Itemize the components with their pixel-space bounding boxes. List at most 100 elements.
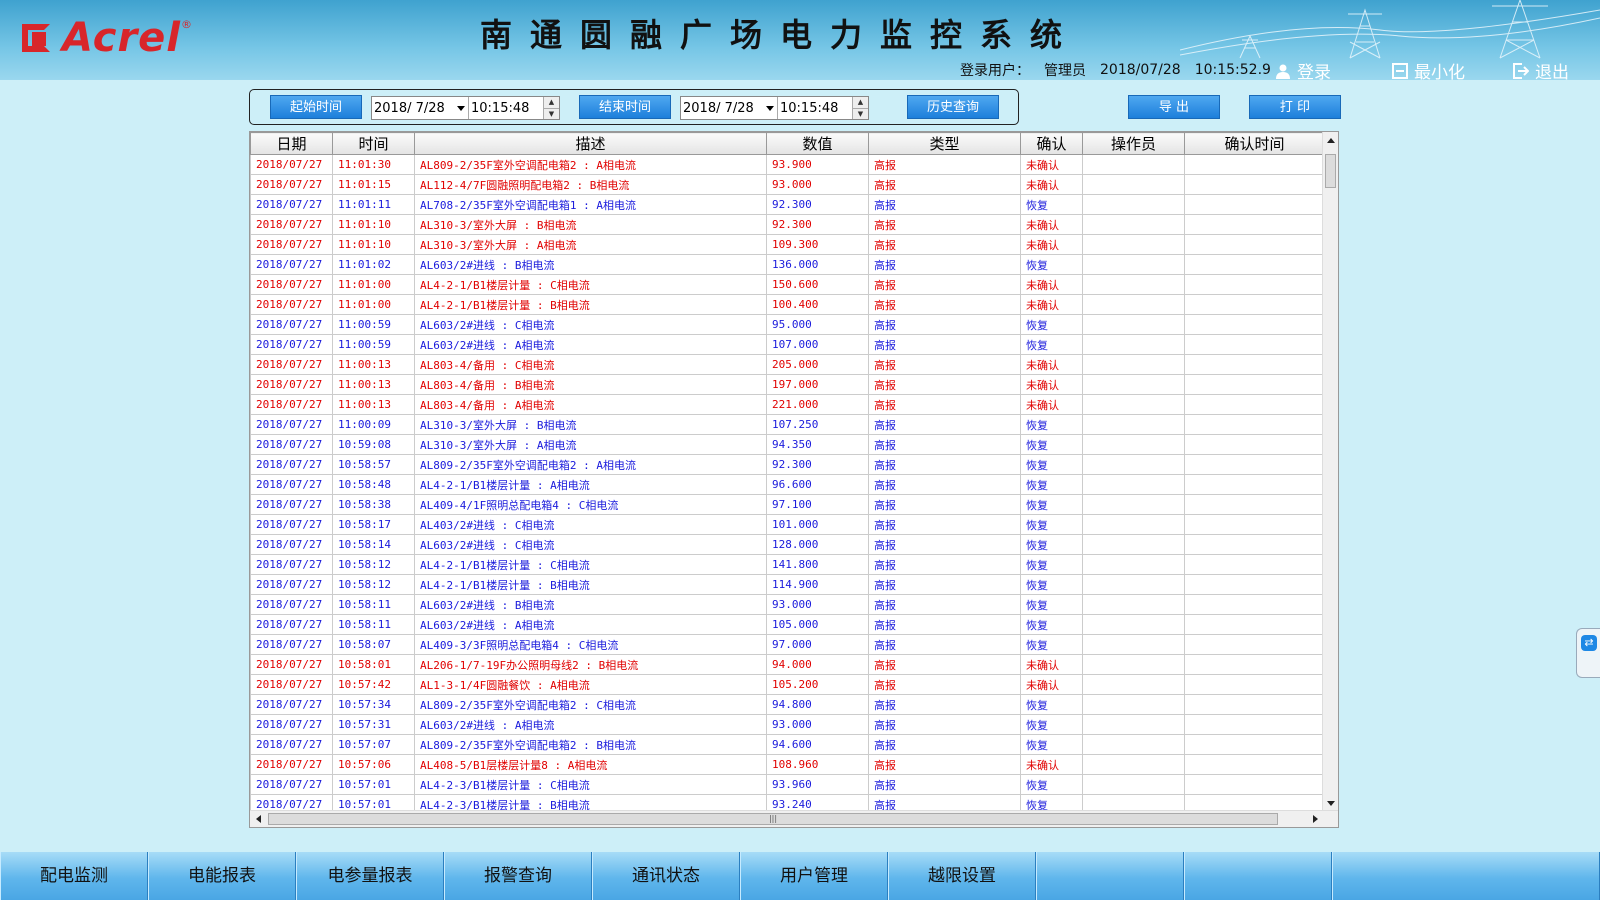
vertical-scrollbar[interactable] [1322, 132, 1338, 812]
column-header-type[interactable]: 类型 [868, 132, 1021, 155]
cell-type: 高报 [868, 394, 1021, 415]
exit-label: 退出 [1535, 63, 1569, 80]
nav-power-monitoring[interactable]: 配电监测 [0, 852, 148, 900]
nav-user-management[interactable]: 用户管理 [740, 852, 888, 900]
nav-alarm-query[interactable]: 报警查询 [444, 852, 592, 900]
table-row[interactable]: 2018/07/27 11:00:09 AL310-3/室外大屏 : B相电流 107… [250, 414, 1325, 435]
cell-description: AL603/2#进线 : C相电流 [414, 314, 767, 335]
column-header-confirm-time[interactable]: 确认时间 [1184, 132, 1325, 155]
table-row[interactable]: 2018/07/27 11:00:13 AL803-4/备用 : A相电流 221.0… [250, 394, 1325, 415]
table-row[interactable]: 2018/07/27 11:01:00 AL4-2-1/B1楼层计量 : C相电流 1… [250, 274, 1325, 295]
nav-empty-slot [1184, 852, 1332, 900]
cell-operator [1082, 394, 1185, 415]
chevron-down-icon[interactable] [457, 106, 465, 111]
start-time-spinner[interactable]: ▲ ▼ [543, 97, 559, 119]
cell-value: 109.300 [766, 234, 869, 255]
column-header-time[interactable]: 时间 [332, 132, 415, 155]
table-row[interactable]: 2018/07/27 10:57:06 AL408-5/B1层楼层计量8 : A相电… [250, 754, 1325, 775]
horizontal-scrollbar[interactable]: ||| [250, 810, 1338, 827]
minimize-icon [1392, 62, 1408, 79]
start-time-field[interactable]: 10:15:48 [468, 97, 543, 119]
table-row[interactable]: 2018/07/27 10:58:01 AL206-1/7-19F办公照明母线2 :… [250, 654, 1325, 675]
scroll-up-icon[interactable] [1327, 138, 1335, 143]
table-row[interactable]: 2018/07/27 10:58:11 AL603/2#进线 : B相电流 93.00… [250, 594, 1325, 615]
table-row[interactable]: 2018/07/27 11:01:30 AL809-2/35F室外空调配电箱2 : … [250, 154, 1325, 175]
table-row[interactable]: 2018/07/27 11:01:02 AL603/2#进线 : B相电流 136.0… [250, 254, 1325, 275]
table-row[interactable]: 2018/07/27 11:01:00 AL4-2-1/B1楼层计量 : B相电流 1… [250, 294, 1325, 315]
table-row[interactable]: 2018/07/27 10:58:12 AL4-2-1/B1楼层计量 : C相电流 1… [250, 554, 1325, 575]
cell-operator [1082, 514, 1185, 535]
cell-confirm-time [1184, 554, 1325, 575]
cell-description: AL112-4/7F圆融照明配电箱2 : B相电流 [414, 174, 767, 195]
cell-confirm: 恢复 [1020, 254, 1083, 275]
horizontal-scroll-thumb[interactable]: ||| [268, 813, 1278, 825]
vertical-scroll-thumb[interactable] [1325, 154, 1336, 188]
table-row[interactable]: 2018/07/27 11:01:11 AL708-2/35F室外空调配电箱1 : … [250, 194, 1325, 215]
end-date-field[interactable]: 2018/ 7/28 [681, 97, 777, 119]
table-row[interactable]: 2018/07/27 11:01:15 AL112-4/7F圆融照明配电箱2 : B… [250, 174, 1325, 195]
remote-support-tab[interactable]: ⇄ [1576, 628, 1600, 678]
table-row[interactable]: 2018/07/27 10:58:12 AL4-2-1/B1楼层计量 : B相电流 1… [250, 574, 1325, 595]
table-row[interactable]: 2018/07/27 11:01:10 AL310-3/室外大屏 : B相电流 92.… [250, 214, 1325, 235]
column-header-description[interactable]: 描述 [414, 132, 767, 155]
table-row[interactable]: 2018/07/27 10:58:57 AL809-2/35F室外空调配电箱2 : … [250, 454, 1325, 475]
login-button[interactable]: 登录 [1275, 58, 1331, 80]
cell-operator [1082, 414, 1185, 435]
start-date-field[interactable]: 2018/ 7/28 [372, 97, 468, 119]
nav-parameter-report[interactable]: 电参量报表 [296, 852, 444, 900]
end-time-button[interactable]: 结束时间 [579, 95, 671, 119]
column-header-value[interactable]: 数值 [766, 132, 869, 155]
cell-type: 高报 [868, 274, 1021, 295]
column-header-date[interactable]: 日期 [250, 132, 333, 155]
exit-button[interactable]: 退出 [1513, 58, 1569, 80]
history-query-button[interactable]: 历史查询 [907, 95, 999, 119]
table-row[interactable]: 2018/07/27 11:00:59 AL603/2#进线 : C相电流 95.00… [250, 314, 1325, 335]
cell-confirm-time [1184, 254, 1325, 275]
column-header-operator[interactable]: 操作员 [1082, 132, 1185, 155]
table-row[interactable]: 2018/07/27 11:00:13 AL803-4/备用 : C相电流 205.0… [250, 354, 1325, 375]
cell-confirm-time [1184, 154, 1325, 175]
nav-communication-status[interactable]: 通讯状态 [592, 852, 740, 900]
nav-energy-report[interactable]: 电能报表 [148, 852, 296, 900]
table-row[interactable]: 2018/07/27 10:57:07 AL809-2/35F室外空调配电箱2 : … [250, 734, 1325, 755]
minimize-button[interactable]: 最小化 [1392, 58, 1465, 80]
table-row[interactable]: 2018/07/27 11:00:59 AL603/2#进线 : A相电流 107.0… [250, 334, 1325, 355]
table-row[interactable]: 2018/07/27 10:58:17 AL403/2#进线 : C相电流 101.0… [250, 514, 1325, 535]
table-row[interactable]: 2018/07/27 11:00:13 AL803-4/备用 : B相电流 197.0… [250, 374, 1325, 395]
table-row[interactable]: 2018/07/27 10:58:38 AL409-4/1F照明总配电箱4 : C相… [250, 494, 1325, 515]
start-datetime-picker[interactable]: 2018/ 7/28 10:15:48 ▲ ▼ [371, 96, 560, 120]
table-row[interactable]: 2018/07/27 11:01:10 AL310-3/室外大屏 : A相电流 109… [250, 234, 1325, 255]
table-row[interactable]: 2018/07/27 10:57:42 AL1-3-1/4F圆融餐饮 : A相电流 1… [250, 674, 1325, 695]
cell-confirm: 恢复 [1020, 414, 1083, 435]
table-row[interactable]: 2018/07/27 10:57:31 AL603/2#进线 : A相电流 93.00… [250, 714, 1325, 735]
end-time-spinner[interactable]: ▲ ▼ [852, 97, 868, 119]
scroll-down-icon[interactable] [1327, 801, 1335, 806]
cell-time: 10:57:01 [332, 774, 415, 795]
cell-value: 105.000 [766, 614, 869, 635]
end-datetime-picker[interactable]: 2018/ 7/28 10:15:48 ▲ ▼ [680, 96, 869, 120]
table-row[interactable]: 2018/07/27 10:59:08 AL310-3/室外大屏 : A相电流 94.… [250, 434, 1325, 455]
print-button[interactable]: 打 印 [1249, 95, 1341, 119]
start-time-button[interactable]: 起始时间 [270, 95, 362, 119]
scroll-right-icon[interactable] [1313, 815, 1318, 823]
chevron-down-icon[interactable] [766, 106, 774, 111]
export-button[interactable]: 导 出 [1128, 95, 1220, 119]
cell-time: 11:01:30 [332, 154, 415, 175]
scroll-left-icon[interactable] [256, 815, 261, 823]
table-row[interactable]: 2018/07/27 10:57:01 AL4-2-3/B1楼层计量 : C相电流 9… [250, 774, 1325, 795]
table-row[interactable]: 2018/07/27 10:58:14 AL603/2#进线 : C相电流 128.0… [250, 534, 1325, 555]
cell-type: 高报 [868, 254, 1021, 275]
column-header-confirm[interactable]: 确认 [1020, 132, 1083, 155]
table-row[interactable]: 2018/07/27 10:57:34 AL809-2/35F室外空调配电箱2 : … [250, 694, 1325, 715]
cell-operator [1082, 594, 1185, 615]
cell-operator [1082, 574, 1185, 595]
table-row[interactable]: 2018/07/27 10:58:48 AL4-2-1/B1楼层计量 : A相电流 9… [250, 474, 1325, 495]
user-name: 管理员 [1044, 63, 1086, 79]
table-row[interactable]: 2018/07/27 10:58:11 AL603/2#进线 : A相电流 105.0… [250, 614, 1325, 635]
cell-time: 11:00:59 [332, 314, 415, 335]
nav-limit-settings[interactable]: 越限设置 [888, 852, 1036, 900]
table-row[interactable]: 2018/07/27 10:58:07 AL409-3/3F照明总配电箱4 : C相… [250, 634, 1325, 655]
cell-confirm: 未确认 [1020, 154, 1083, 175]
end-time-field[interactable]: 10:15:48 [777, 97, 852, 119]
teamviewer-icon[interactable]: ⇄ [1581, 635, 1597, 651]
